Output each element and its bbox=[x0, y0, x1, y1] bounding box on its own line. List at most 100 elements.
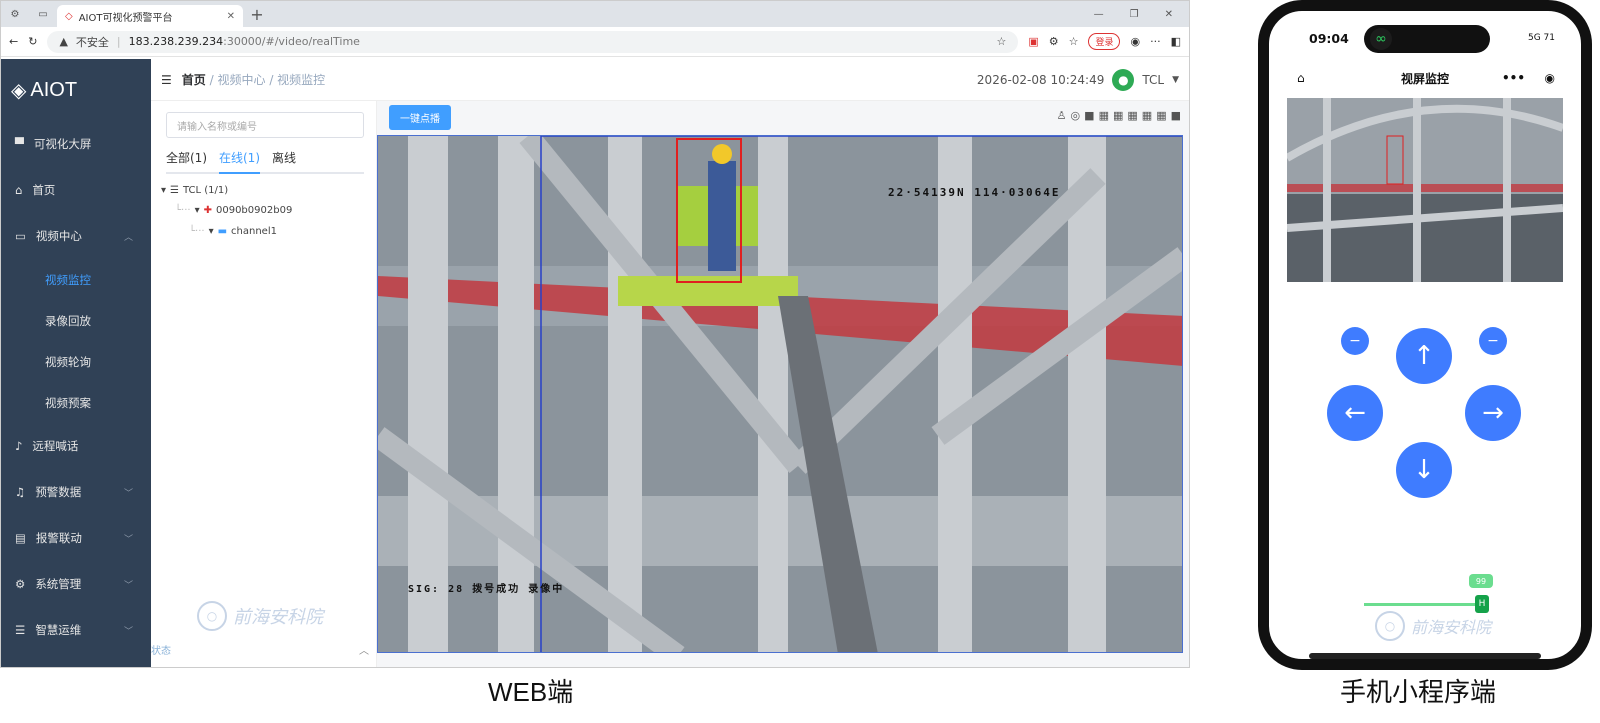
ptz-left-button[interactable]: ← bbox=[1327, 385, 1383, 441]
hamburger-icon[interactable]: ☰ bbox=[161, 73, 172, 87]
address-bar-row: ← ↻ ▲ 不安全 | 183.238.239.234:30000/#/vide… bbox=[1, 27, 1189, 57]
tab-all[interactable]: 全部(1) bbox=[166, 149, 207, 166]
sidebar-item-label: 智慧运维 bbox=[35, 623, 82, 637]
sidebar-item-video-plan[interactable]: 视频预案 bbox=[1, 382, 151, 423]
caret-down-icon: ▾ bbox=[208, 226, 214, 237]
close-window-icon[interactable]: ✕ bbox=[1165, 9, 1173, 20]
ptz-up-button[interactable]: ↑ bbox=[1396, 328, 1452, 384]
slider-value-tip: 99 bbox=[1469, 574, 1493, 588]
person-icon[interactable]: ♙ bbox=[1057, 109, 1067, 122]
maximize-icon[interactable]: ❐ bbox=[1130, 9, 1139, 20]
breadcrumb-video-center[interactable]: 视频中心 bbox=[217, 73, 265, 87]
fullscreen-icon[interactable]: ■ bbox=[1171, 109, 1181, 122]
close-capsule-icon[interactable]: ◉ bbox=[1545, 71, 1555, 85]
browser-tab[interactable]: ◇ AIOT可视化预警平台 ✕ bbox=[57, 5, 243, 27]
phone-time: 09:04 bbox=[1309, 31, 1349, 46]
caption-mobile: 手机小程序端 bbox=[1340, 677, 1497, 707]
favorites-icon[interactable]: ☆ bbox=[1069, 35, 1079, 48]
filter-tabs: 全部(1) 在线(1) 离线 bbox=[166, 149, 364, 174]
window-controls: — ❐ ✕ bbox=[1094, 9, 1189, 20]
tree-channel[interactable]: └··· ▾ ▬ channel1 bbox=[189, 226, 277, 237]
zoom-out-button[interactable]: − bbox=[1341, 327, 1369, 355]
layout-6-icon[interactable]: ▦ bbox=[1113, 109, 1123, 122]
sidebar-item-system[interactable]: ⚙ 系统管理 ﹀ bbox=[1, 561, 151, 607]
brand: ◈ AIOT bbox=[1, 59, 151, 121]
ptz-right-button[interactable]: → bbox=[1465, 385, 1521, 441]
link-icon: ∞ bbox=[1370, 28, 1392, 50]
sidebar-item-label: 报警联动 bbox=[35, 531, 82, 545]
address-bar[interactable]: ▲ 不安全 | 183.238.239.234:30000/#/video/re… bbox=[47, 30, 1019, 53]
breadcrumb-current: 视频监控 bbox=[277, 73, 326, 87]
tab-actions-icon[interactable]: ▭ bbox=[29, 9, 57, 20]
phone-video-feed[interactable] bbox=[1287, 98, 1563, 282]
phone-video-scene bbox=[1287, 98, 1563, 282]
chevron-up-icon: ︿ bbox=[123, 232, 133, 243]
user-avatar[interactable]: ● bbox=[1112, 68, 1135, 91]
browser-menu-icon[interactable]: ⚙ bbox=[1, 9, 29, 20]
sidebar-item-remote-call[interactable]: ♪ 远程喊话 bbox=[1, 423, 151, 469]
page-title: 视屏监控 bbox=[1400, 71, 1449, 86]
layout-9-icon[interactable]: ▦ bbox=[1142, 109, 1152, 122]
sidebar-item-dashboard[interactable]: ▀ 可视化大屏 bbox=[1, 121, 151, 167]
sidebar-item-home[interactable]: ⌂ 首页 bbox=[1, 167, 151, 213]
sidebar-item-alert-data[interactable]: ♫ 预警数据 ﹀ bbox=[1, 469, 151, 515]
sidebar-toggle-icon[interactable]: ◧ bbox=[1171, 35, 1181, 48]
breadcrumb: 首页 / 视频中心 / 视频监控 bbox=[181, 73, 326, 87]
login-button[interactable]: 登录 bbox=[1088, 33, 1121, 50]
video-scene bbox=[378, 136, 1182, 652]
caret-down-icon[interactable]: ▼ bbox=[1172, 75, 1179, 85]
reload-icon[interactable]: ↻ bbox=[28, 35, 37, 48]
extensions-puzzle-icon[interactable]: ⚙ bbox=[1049, 35, 1059, 48]
new-tab-button[interactable]: + bbox=[243, 5, 271, 24]
tab-offline[interactable]: 离线 bbox=[272, 149, 296, 166]
sidebar-item-label: 预警数据 bbox=[35, 485, 82, 499]
layout-8-icon[interactable]: ▦ bbox=[1127, 109, 1137, 122]
extension-icon[interactable]: ▣ bbox=[1028, 35, 1038, 48]
zoom-in-button[interactable]: − bbox=[1479, 327, 1507, 355]
tree-root[interactable]: ▾ ☰ TCL (1/1) bbox=[161, 185, 228, 196]
speed-slider-track[interactable] bbox=[1364, 603, 1476, 606]
profile-avatar[interactable]: ◉ bbox=[1130, 35, 1140, 48]
chevron-down-icon: ﹀ bbox=[123, 580, 133, 591]
tree-device-label: 0090b0902b09 bbox=[215, 205, 293, 216]
sidebar-item-video-polling[interactable]: 视频轮询 bbox=[1, 341, 151, 382]
minimize-icon[interactable]: — bbox=[1094, 9, 1104, 20]
search-input[interactable]: 请输入名称或编号 bbox=[166, 112, 364, 138]
camera-icon: ▬ bbox=[217, 226, 228, 237]
signal-status: 拨号成功 录像中 bbox=[472, 584, 565, 595]
video-feed[interactable]: 22·54139N 114·03064E SIG: 28 拨号成功 录像中 bbox=[377, 135, 1183, 653]
dynamic-island: ∞ bbox=[1364, 25, 1490, 53]
video-icon: ▭ bbox=[15, 229, 26, 243]
tree-device[interactable]: └··· ▾ ✚ 0090b0902b09 bbox=[175, 205, 292, 216]
layout-4-icon[interactable]: ▦ bbox=[1099, 109, 1109, 122]
datetime: 2026-02-08 10:24:49 bbox=[976, 72, 1105, 87]
mini-program-navbar: ⌂ 视屏监控 ••• ◉ bbox=[1269, 63, 1581, 93]
layout-16-icon[interactable]: ▦ bbox=[1156, 109, 1166, 122]
refresh-icon[interactable]: ◎ bbox=[1071, 109, 1081, 122]
sidebar-item-video-monitor[interactable]: 视频监控 bbox=[1, 259, 151, 300]
user-name[interactable]: TCL bbox=[1142, 73, 1164, 87]
chevron-down-icon: ﹀ bbox=[123, 626, 133, 637]
more-menu-icon[interactable]: ••• bbox=[1502, 71, 1525, 85]
layout-1-icon[interactable]: ■ bbox=[1084, 109, 1094, 122]
sidebar-item-playback[interactable]: 录像回放 bbox=[1, 300, 151, 341]
breadcrumb-home[interactable]: 首页 bbox=[182, 73, 206, 87]
ptz-down-button[interactable]: ↓ bbox=[1396, 442, 1452, 498]
sidebar-item-alarm-link[interactable]: ▤ 报警联动 ﹀ bbox=[1, 515, 151, 561]
tab-close-icon[interactable]: ✕ bbox=[227, 11, 235, 22]
chevron-up-icon[interactable]: ︿ bbox=[359, 642, 369, 657]
sidebar-item-ops[interactable]: ☰ 智慧运维 ﹀ bbox=[1, 607, 151, 653]
favorite-star-icon[interactable]: ☆ bbox=[996, 35, 1006, 48]
one-click-play-button[interactable]: 一键点播 bbox=[389, 105, 451, 130]
tab-online[interactable]: 在线(1) bbox=[219, 149, 260, 174]
browser-tabbar: ⚙ ▭ ◇ AIOT可视化预警平台 ✕ + — ❐ ✕ bbox=[1, 1, 1189, 27]
sidebar-item-label: 可视化大屏 bbox=[33, 137, 92, 151]
monitor-icon: ▀ bbox=[15, 137, 24, 151]
tree-root-label: TCL (1/1) bbox=[183, 185, 229, 196]
back-icon[interactable]: ← bbox=[9, 35, 18, 48]
more-icon[interactable]: ··· bbox=[1150, 35, 1161, 48]
home-icon: ⌂ bbox=[15, 183, 23, 197]
brand-logo-icon: ◈ bbox=[11, 79, 27, 102]
sidebar-item-video-center[interactable]: ▭ 视频中心 ︿ bbox=[1, 213, 151, 259]
chevron-down-icon: ﹀ bbox=[123, 534, 133, 545]
